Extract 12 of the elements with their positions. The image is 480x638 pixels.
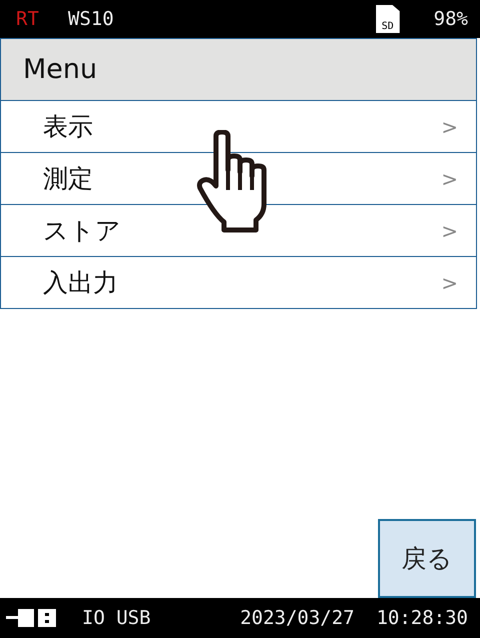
- battery-level: 98%: [434, 8, 468, 30]
- menu-item[interactable]: 表示 >: [0, 101, 477, 153]
- station-label: WS10: [68, 8, 114, 30]
- mode-label: RT: [16, 8, 40, 30]
- sd-card-label: SD: [376, 5, 400, 33]
- date-label: 2023/03/27: [240, 607, 354, 629]
- menu-item[interactable]: ストア >: [0, 205, 477, 257]
- back-button[interactable]: 戻る: [378, 519, 476, 598]
- time-label: 10:28:30: [376, 607, 468, 629]
- menu-header: Menu: [0, 38, 477, 101]
- interface-label: IO USB: [82, 607, 152, 629]
- menu-item[interactable]: 入出力 >: [0, 257, 477, 309]
